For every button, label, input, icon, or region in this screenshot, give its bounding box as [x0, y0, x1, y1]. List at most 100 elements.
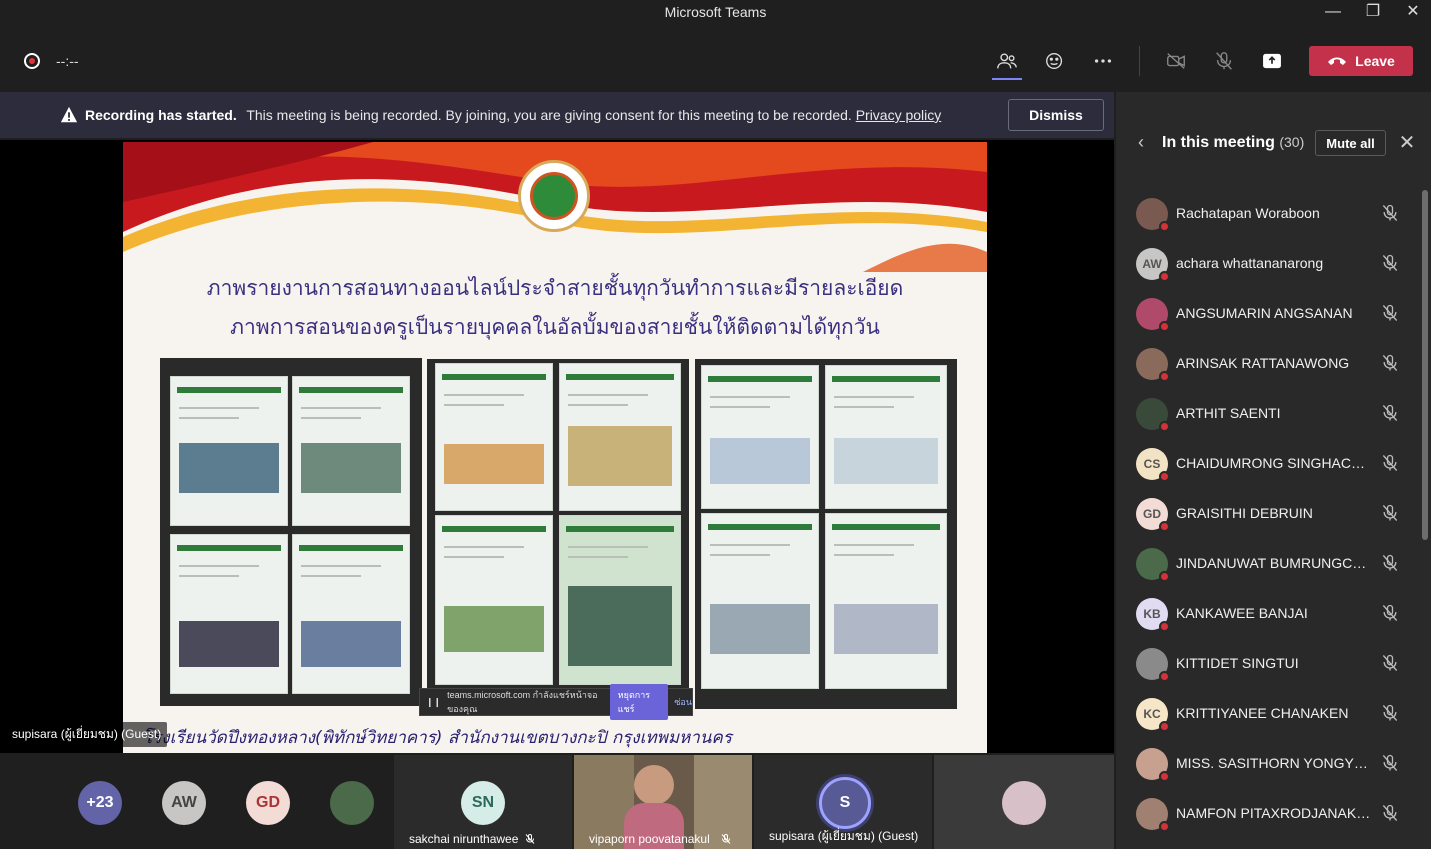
participant-row[interactable]: MISS. SASITHORN YONGYUT: [1116, 739, 1421, 789]
participant-list: Rachatapan Woraboon AW achara whattananaro…: [1116, 189, 1421, 839]
mic-off-icon[interactable]: [1380, 603, 1400, 623]
participant-list-scrollbar[interactable]: [1422, 190, 1428, 540]
mic-off-icon[interactable]: [1380, 453, 1400, 473]
mic-off-icon[interactable]: [1380, 353, 1400, 373]
participant-row[interactable]: KB KANKAWEE BANJAI: [1116, 589, 1421, 639]
participant-row[interactable]: ARTHIT SAENTI: [1116, 389, 1421, 439]
privacy-policy-link[interactable]: Privacy policy: [856, 107, 942, 123]
mic-off-icon[interactable]: [1380, 503, 1400, 523]
participant-row[interactable]: Rachatapan Woraboon: [1116, 189, 1421, 239]
meeting-toolbar: --:-- Leave: [0, 24, 1431, 92]
mic-off-icon[interactable]: [1380, 803, 1400, 823]
phone-icon: [1328, 57, 1347, 65]
minimize-icon[interactable]: —: [1318, 2, 1348, 22]
window-title: Microsoft Teams: [664, 4, 767, 20]
participants-panel: ‹ In this meeting (30) Mute all ✕ Rachat…: [1116, 92, 1431, 849]
gallery-avatar-aw[interactable]: AW: [162, 781, 206, 825]
mic-off-icon[interactable]: [1380, 303, 1400, 323]
status-dot: [1159, 471, 1170, 482]
participant-row[interactable]: GD GRAISITHI DEBRUIN: [1116, 489, 1421, 539]
participant-name: MISS. SASITHORN YONGYUT: [1176, 755, 1372, 771]
mic-off-icon[interactable]: [1380, 703, 1400, 723]
participant-name: achara whattananarong: [1176, 255, 1324, 271]
stop-sharing-button[interactable]: หยุดการแชร์: [609, 684, 669, 720]
gallery-avatar-gd[interactable]: GD: [246, 781, 290, 825]
video-tile-supisara[interactable]: S supisara (ผู้เยี่ยมชม) (Guest): [754, 755, 932, 849]
participant-name: JINDANUWAT BUMRUNGCHAI: [1176, 555, 1372, 571]
recording-message: Recording has started. This meeting is b…: [85, 107, 941, 123]
participant-name: ANGSUMARIN ANGSANAN: [1176, 305, 1353, 321]
video-tile-vipaporn[interactable]: vipaporn poovatanakul: [574, 755, 752, 849]
gallery-avatar-photo[interactable]: [330, 781, 374, 825]
participant-name: NAMFON PITAXRODJANAKUL: [1176, 805, 1372, 821]
participant-avatar: [1136, 548, 1170, 582]
participant-name: KITTIDET SINGTUI: [1176, 655, 1299, 671]
participant-name: KRITTIYANEE CHANAKEN: [1176, 705, 1349, 721]
participant-avatar: KB: [1136, 598, 1170, 632]
screen-share-bar: ❙❙ teams.microsoft.com กำลังแชร์หน้าจอขอ…: [419, 684, 693, 720]
mic-off-icon[interactable]: [1380, 203, 1400, 223]
status-dot: [1159, 321, 1170, 332]
participant-name: GRAISITHI DEBRUIN: [1176, 505, 1313, 521]
mic-off-icon[interactable]: [1380, 753, 1400, 773]
participant-row[interactable]: ANGSUMARIN ANGSANAN: [1116, 289, 1421, 339]
participant-avatar: [1136, 748, 1170, 782]
report-photo-2: [427, 359, 689, 689]
tile-photo-avatar: [1002, 781, 1046, 825]
dismiss-button[interactable]: Dismiss: [1008, 99, 1104, 131]
report-photo-1: [160, 358, 422, 706]
participant-count: (30): [1279, 134, 1305, 150]
recording-bold: Recording has started.: [85, 107, 237, 123]
participant-avatar: KC: [1136, 698, 1170, 732]
tile-name-vipaporn: vipaporn poovatanakul: [589, 832, 710, 846]
participant-row[interactable]: CS CHAIDUMRONG SINGHACHAI: [1116, 439, 1421, 489]
mic-off-icon[interactable]: [1380, 403, 1400, 423]
tile-avatar-s: S: [819, 777, 871, 829]
status-dot: [1159, 571, 1170, 582]
reactions-icon[interactable]: [1040, 46, 1070, 76]
camera-off-icon[interactable]: [1161, 46, 1191, 76]
tile-name-sakchai: sakchai nirunthawee: [409, 832, 519, 846]
participant-name: ARTHIT SAENTI: [1176, 405, 1281, 421]
status-dot: [1159, 771, 1170, 782]
leave-button[interactable]: Leave: [1309, 46, 1413, 76]
participant-row[interactable]: NAMFON PITAXRODJANAKUL: [1116, 789, 1421, 839]
recording-text: This meeting is being recorded. By joini…: [246, 107, 852, 123]
participant-avatar: [1136, 198, 1170, 232]
slide-title-line2: ภาพการสอนของครูเป็นรายบุคคลในอัลบั้มของส…: [230, 315, 880, 339]
mic-off-icon[interactable]: [1380, 553, 1400, 573]
maximize-icon[interactable]: ❐: [1358, 2, 1388, 22]
status-dot: [1159, 821, 1170, 832]
status-dot: [1159, 271, 1170, 282]
mic-off-icon[interactable]: [1209, 46, 1239, 76]
video-tile-photo[interactable]: [934, 755, 1114, 849]
participant-row[interactable]: KITTIDET SINGTUI: [1116, 639, 1421, 689]
participant-avatar: [1136, 398, 1170, 432]
participant-row[interactable]: AW achara whattananarong: [1116, 239, 1421, 289]
video-tile-sakchai[interactable]: SN sakchai nirunthawee: [394, 755, 572, 849]
share-icon[interactable]: [1257, 46, 1287, 76]
mute-all-button[interactable]: Mute all: [1315, 130, 1386, 156]
participant-row[interactable]: JINDANUWAT BUMRUNGCHAI: [1116, 539, 1421, 589]
participant-avatar: [1136, 298, 1170, 332]
participant-row[interactable]: KC KRITTIYANEE CHANAKEN: [1116, 689, 1421, 739]
slide-footer-text: โรงเรียนวัดปึงทองหลาง(พิทักษ์วิทยาคาร) ส…: [143, 728, 732, 748]
more-icon[interactable]: [1088, 46, 1118, 76]
people-icon[interactable]: [992, 46, 1022, 76]
video-gallery: +23 AW GD SN sakchai nirunthawee vipapor…: [0, 755, 1114, 849]
status-dot: [1159, 621, 1170, 632]
participant-avatar: [1136, 648, 1170, 682]
tile-mic-off-icon: [721, 834, 731, 844]
close-icon[interactable]: ✕: [1394, 130, 1420, 156]
participant-avatar: [1136, 348, 1170, 382]
hide-share-bar-button[interactable]: ซ่อน: [674, 695, 692, 709]
mic-off-icon[interactable]: [1380, 653, 1400, 673]
status-dot: [1159, 371, 1170, 382]
overflow-count-badge[interactable]: +23: [78, 781, 122, 825]
mic-off-icon[interactable]: [1380, 253, 1400, 273]
recording-banner: Recording has started. This meeting is b…: [0, 92, 1114, 138]
close-window-icon[interactable]: ✕: [1398, 2, 1428, 22]
back-chevron-icon[interactable]: ‹: [1138, 132, 1144, 153]
tile-name-supisara: supisara (ผู้เยี่ยมชม) (Guest): [769, 829, 919, 843]
participant-row[interactable]: ARINSAK RATTANAWONG: [1116, 339, 1421, 389]
